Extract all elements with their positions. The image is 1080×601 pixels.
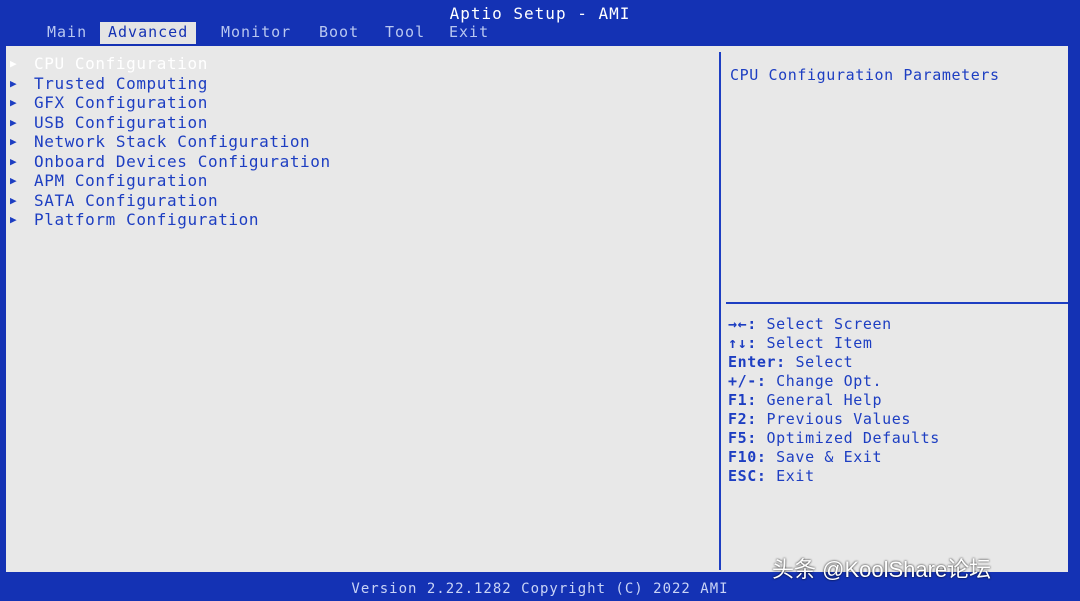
key-hint-enter: Enter: Select <box>728 353 940 372</box>
key-desc: Optimized Defaults <box>766 429 940 447</box>
key-desc: Select <box>795 353 854 371</box>
pane-divider <box>719 52 721 570</box>
menu-item-onboard-devices-configuration[interactable]: ▶ Onboard Devices Configuration <box>8 152 718 172</box>
menu-item-label: APM Configuration <box>34 171 208 190</box>
key-name: F1: <box>728 391 757 409</box>
key-name: ESC: <box>728 467 767 485</box>
menu-item-platform-configuration[interactable]: ▶ Platform Configuration <box>8 210 718 230</box>
menu-item-label: SATA Configuration <box>34 190 219 210</box>
tab-monitor[interactable]: Monitor <box>218 22 294 44</box>
watermark-text: 头条 @KoolShare论坛 <box>772 557 992 582</box>
item-help-text: CPU Configuration Parameters <box>730 66 1000 84</box>
submenu-arrow-icon: ▶ <box>10 96 18 109</box>
key-desc: General Help <box>766 391 883 409</box>
menu-item-sata-configuration[interactable]: ▶ SATA Configuration <box>8 191 718 211</box>
submenu-arrow-icon: ▶ <box>10 135 18 148</box>
menu-item-label: CPU Configuration <box>34 54 208 73</box>
key-name: F2: <box>728 410 757 428</box>
key-name: F10: <box>728 448 767 466</box>
key-desc: Select Screen <box>766 315 892 333</box>
tab-main[interactable]: Main <box>44 22 90 44</box>
key-name: Enter: <box>728 353 786 371</box>
menu-item-usb-configuration[interactable]: ▶ USB Configuration <box>8 113 718 133</box>
key-name: →←: <box>728 315 757 333</box>
submenu-arrow-icon: ▶ <box>10 115 18 129</box>
submenu-arrow-icon: ▶ <box>10 154 18 168</box>
advanced-menu: ▶ CPU Configuration ▶ Trusted Computing … <box>8 54 718 569</box>
key-hint-save-exit: F10: Save & Exit <box>728 448 940 467</box>
key-hint-previous-values: F2: Previous Values <box>728 410 940 429</box>
menu-item-label: Onboard Devices Configuration <box>34 151 331 171</box>
key-hint-select-item: ↑↓: Select Item <box>728 334 940 353</box>
submenu-arrow-icon: ▶ <box>10 213 18 226</box>
menu-item-cpu-configuration[interactable]: ▶ CPU Configuration <box>8 54 718 74</box>
submenu-arrow-icon: ▶ <box>10 174 18 187</box>
menu-item-label: Network Stack Configuration <box>34 132 311 151</box>
menu-item-trusted-computing[interactable]: ▶ Trusted Computing <box>8 74 718 94</box>
tab-advanced[interactable]: Advanced <box>100 22 197 44</box>
bios-title: Aptio Setup - AMI <box>449 4 631 23</box>
menu-item-label: USB Configuration <box>34 112 208 132</box>
tab-tool[interactable]: Tool <box>382 22 428 44</box>
key-desc: Exit <box>776 467 815 485</box>
key-name: ↑↓: <box>728 334 757 352</box>
menu-item-label: GFX Configuration <box>34 93 208 112</box>
menu-item-network-stack-configuration[interactable]: ▶ Network Stack Configuration <box>8 132 718 152</box>
key-desc: Change Opt. <box>776 372 883 390</box>
key-hint-general-help: F1: General Help <box>728 391 940 410</box>
tab-boot[interactable]: Boot <box>316 22 362 44</box>
menu-item-apm-configuration[interactable]: ▶ APM Configuration <box>8 171 718 191</box>
submenu-arrow-icon: ▶ <box>10 193 18 207</box>
key-desc: Previous Values <box>766 410 912 428</box>
key-hint-change-opt: +/-: Change Opt. <box>728 372 940 391</box>
key-hint-select-screen: →←: Select Screen <box>728 315 940 334</box>
key-name: F5: <box>728 429 757 447</box>
submenu-arrow-icon: ▶ <box>10 76 18 90</box>
key-hint-exit: ESC: Exit <box>728 467 940 486</box>
key-name: +/-: <box>728 372 767 390</box>
key-hint-optimized-defaults: F5: Optimized Defaults <box>728 429 940 448</box>
key-legend: →←: Select Screen ↑↓: Select Item Enter:… <box>728 315 940 486</box>
menu-item-label: Platform Configuration <box>34 210 260 229</box>
menu-item-gfx-configuration[interactable]: ▶ GFX Configuration <box>8 93 718 113</box>
key-desc: Select Item <box>766 334 873 352</box>
key-desc: Save & Exit <box>776 448 883 466</box>
help-divider <box>726 302 1068 304</box>
menu-item-label: Trusted Computing <box>34 73 208 93</box>
submenu-arrow-icon: ▶ <box>10 57 18 70</box>
tab-exit[interactable]: Exit <box>446 22 492 44</box>
